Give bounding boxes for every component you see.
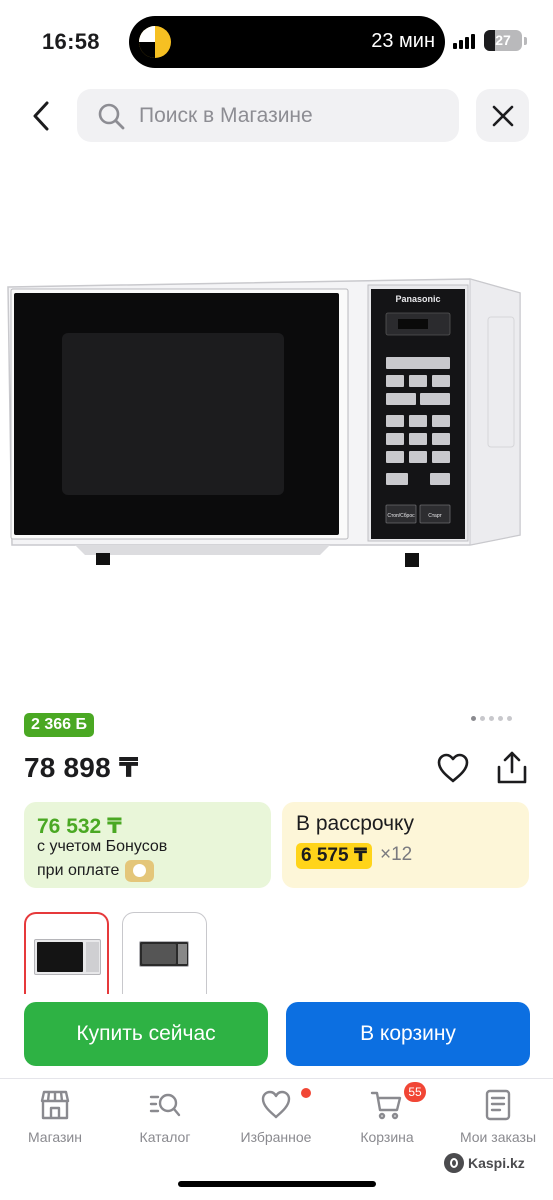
cart-icon [370, 1091, 402, 1120]
variant-thumbnail-black[interactable] [122, 912, 207, 994]
signal-icon [453, 33, 477, 49]
close-button[interactable] [476, 89, 529, 142]
share-button[interactable] [495, 750, 529, 786]
home-indicator[interactable] [178, 1181, 376, 1187]
favorites-badge-dot [301, 1088, 311, 1098]
nav-label: Каталог [139, 1129, 191, 1145]
watermark-text: Kaspi.kz [468, 1155, 525, 1171]
catalog-search-icon [149, 1093, 181, 1117]
shop-icon [40, 1090, 70, 1120]
heart-icon [261, 1090, 291, 1119]
installment-multiplier: ×12 [380, 844, 413, 865]
taxi-app-icon [139, 26, 171, 58]
pagination-dot [498, 716, 503, 721]
nav-label: Избранное [240, 1129, 312, 1145]
installment-card[interactable]: В рассрочку 6 575 ₸ ×12 [282, 802, 529, 888]
battery-icon: 27 [484, 30, 522, 51]
buy-now-button[interactable]: Купить сейчас [24, 1002, 268, 1066]
gallery-pagination [471, 716, 512, 724]
nav-label: Мои заказы [459, 1129, 537, 1145]
start-button-label: Старт [428, 513, 442, 519]
dynamic-island[interactable]: 23 мин [129, 16, 445, 68]
pagination-dot [507, 716, 512, 721]
nav-label: Магазин [27, 1129, 82, 1145]
installment-monthly: 6 575 ₸ [296, 843, 373, 869]
cart-count-badge: 55 [404, 1082, 426, 1102]
search-input[interactable] [139, 89, 449, 142]
nav-item-orders[interactable]: Мои заказы [443, 1088, 553, 1145]
product-price: 78 898 ₸ [24, 752, 139, 783]
watermark: Kaspi.kz [444, 1153, 525, 1173]
back-button[interactable] [22, 96, 62, 136]
kaspi-logo-icon [444, 1153, 464, 1173]
favorite-button[interactable] [436, 752, 470, 784]
pagination-dot [480, 716, 485, 721]
status-time: 16:58 [42, 29, 100, 54]
orders-icon [485, 1089, 511, 1121]
nav-divider [0, 1078, 553, 1079]
variant-thumbnail-white[interactable] [24, 912, 109, 994]
bonus-note-line2: при оплате [37, 860, 155, 882]
battery-tip [524, 37, 527, 45]
nav-label: Корзина [360, 1129, 414, 1145]
search-bar[interactable] [77, 89, 459, 142]
bonus-badge: 2 366 Б [24, 713, 94, 737]
search-icon [98, 103, 125, 130]
chevron-left-icon [33, 101, 49, 131]
bonus-price-card[interactable]: 76 532 ₸ с учетом Бонусов при оплате [24, 802, 271, 888]
bonus-price: 76 532 ₸ [37, 815, 122, 838]
product-image[interactable]: Panasonic Стоп/Сброс Старт [0, 255, 553, 585]
nav-item-catalog[interactable]: Каталог [110, 1088, 220, 1145]
brand-label: Panasonic [395, 294, 440, 304]
heart-icon [437, 753, 469, 783]
microwave-thumbnail-image [34, 939, 101, 975]
nav-item-cart[interactable]: 55 Корзина [332, 1082, 442, 1145]
battery-level: 27 [495, 32, 511, 48]
pagination-dot [471, 716, 476, 721]
nav-item-shop[interactable]: Магазин [0, 1088, 110, 1145]
nav-item-favorites[interactable]: Избранное [221, 1088, 331, 1145]
installment-title: В рассрочку [296, 812, 414, 835]
add-to-cart-button[interactable]: В корзину [286, 1002, 530, 1066]
close-icon [492, 105, 513, 126]
bonus-coin-icon [125, 860, 155, 882]
bonus-note-line1: с учетом Бонусов [37, 838, 168, 855]
share-icon [497, 751, 527, 784]
bonus-note-text: при оплате [37, 862, 120, 880]
island-eta: 23 мин [371, 30, 435, 52]
stop-button-label: Стоп/Сброс [387, 513, 415, 519]
pagination-dot [489, 716, 494, 721]
microwave-thumbnail-image [139, 941, 189, 967]
status-bar: 16:58 23 мин 27 [0, 0, 553, 80]
